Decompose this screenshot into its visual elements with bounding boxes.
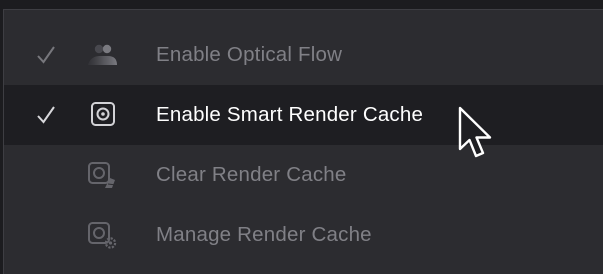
menu-item-label: Clear Render Cache: [156, 163, 347, 186]
menu-item-label: Enable Smart Render Cache: [156, 103, 424, 126]
checkmark-icon: [37, 106, 55, 124]
render-cache-menu: Enable Optical Flow Enable Smart Render …: [3, 9, 603, 274]
manage-render-cache-icon: [88, 222, 117, 249]
menu-item-label: Enable Optical Flow: [156, 43, 343, 66]
menu-item-enable-smart-render-cache[interactable]: Enable Smart Render Cache: [4, 85, 603, 145]
menu-item-manage-render-cache[interactable]: Manage Render Cache: [4, 205, 603, 265]
clear-render-cache-icon: [88, 162, 117, 188]
menu-item-label: Manage Render Cache: [156, 223, 372, 246]
checkmark-icon: [37, 46, 55, 64]
render-cache-icon: [91, 102, 115, 126]
menu-item-clear-render-cache[interactable]: Clear Render Cache: [4, 145, 603, 205]
menu-item-enable-optical-flow[interactable]: Enable Optical Flow: [4, 25, 603, 85]
mouse-pointer-icon: [458, 106, 492, 158]
optical-flow-icon: [88, 44, 117, 65]
